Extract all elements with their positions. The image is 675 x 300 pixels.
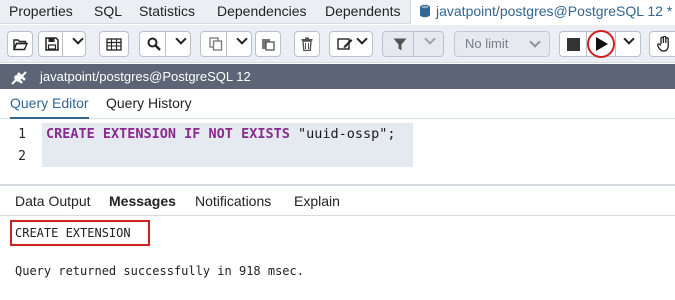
line-gutter: 1 2 bbox=[0, 120, 42, 184]
row-limit-value: No limit bbox=[465, 36, 509, 51]
tab-query-tool[interactable]: javatpoint/postgres@PostgreSQL 12 * bbox=[410, 0, 675, 25]
result-tabs: Data Output Messages Notifications Expla… bbox=[0, 186, 675, 216]
sql-keywords: CREATE EXTENSION IF NOT EXISTS bbox=[46, 126, 298, 142]
commit-button[interactable] bbox=[649, 31, 675, 57]
tab-dependents[interactable]: Dependents bbox=[325, 0, 401, 24]
database-icon bbox=[419, 2, 431, 25]
stop-icon[interactable] bbox=[567, 38, 580, 54]
paste-icon bbox=[262, 39, 275, 51]
chevron-down-icon[interactable] bbox=[623, 33, 635, 45]
chevron-down-icon[interactable] bbox=[175, 33, 187, 45]
line-number: 1 bbox=[18, 127, 26, 142]
execute-highlight-circle bbox=[587, 30, 615, 58]
query-tabs: Query Editor Query History bbox=[0, 89, 675, 119]
tab-messages[interactable]: Messages bbox=[109, 186, 176, 216]
delete-button[interactable] bbox=[294, 31, 320, 57]
tab-query-tool-label: javatpoint/postgres@PostgreSQL 12 * bbox=[436, 3, 673, 19]
top-tab-bar: Properties SQL Statistics Dependencies D… bbox=[0, 0, 675, 25]
message-status: Query returned successfully in 918 msec. bbox=[15, 264, 304, 278]
chevron-down-icon[interactable] bbox=[356, 33, 368, 45]
code-line: CREATE EXTENSION IF NOT EXISTS "uuid-oss… bbox=[46, 125, 396, 144]
find-button-group[interactable] bbox=[139, 31, 191, 57]
connection-label: javatpoint/postgres@PostgreSQL 12 bbox=[40, 69, 251, 84]
tab-properties[interactable]: Properties bbox=[9, 0, 73, 24]
save-button-group[interactable] bbox=[38, 31, 86, 57]
selection-highlight bbox=[42, 146, 413, 167]
edit-grid-button[interactable] bbox=[99, 31, 129, 57]
tab-query-history[interactable]: Query History bbox=[106, 89, 192, 119]
chevron-down-icon bbox=[529, 36, 541, 48]
filter-button-group[interactable] bbox=[382, 31, 444, 57]
tab-data-output[interactable]: Data Output bbox=[15, 186, 91, 216]
tab-sql[interactable]: SQL bbox=[94, 0, 122, 24]
tab-notifications[interactable]: Notifications bbox=[195, 186, 271, 216]
tab-query-editor[interactable]: Query Editor bbox=[10, 89, 89, 119]
tab-statistics[interactable]: Statistics bbox=[139, 0, 195, 24]
search-icon bbox=[147, 37, 161, 54]
chevron-down-icon[interactable] bbox=[72, 33, 84, 45]
edit-icon bbox=[337, 37, 353, 54]
copy-icon bbox=[209, 37, 223, 54]
hand-icon bbox=[657, 36, 669, 52]
save-icon bbox=[45, 37, 59, 54]
sql-editor[interactable]: 1 2 CREATE EXTENSION IF NOT EXISTS "uuid… bbox=[0, 120, 675, 184]
row-limit-select[interactable]: No limit bbox=[454, 31, 550, 57]
copy-button-group[interactable] bbox=[200, 31, 252, 57]
grid-icon bbox=[106, 37, 122, 51]
open-folder-icon bbox=[12, 38, 28, 50]
chevron-down-icon[interactable] bbox=[424, 33, 436, 45]
messages-panel: CREATE EXTENSION Query returned successf… bbox=[0, 217, 675, 300]
paste-button[interactable] bbox=[255, 31, 281, 57]
tab-explain[interactable]: Explain bbox=[294, 186, 340, 216]
sql-string: "uuid-ossp"; bbox=[297, 126, 396, 142]
tab-dependencies[interactable]: Dependencies bbox=[217, 0, 307, 24]
open-file-button[interactable] bbox=[7, 31, 33, 57]
filter-icon bbox=[393, 38, 407, 54]
message-result: CREATE EXTENSION bbox=[15, 226, 131, 240]
chevron-down-icon[interactable] bbox=[236, 33, 248, 45]
edit-button-group[interactable] bbox=[329, 31, 373, 57]
line-number: 2 bbox=[18, 149, 26, 164]
connection-bar: javatpoint/postgres@PostgreSQL 12 bbox=[0, 64, 675, 89]
query-toolbar: No limit bbox=[0, 25, 675, 63]
delete-icon bbox=[301, 37, 313, 51]
